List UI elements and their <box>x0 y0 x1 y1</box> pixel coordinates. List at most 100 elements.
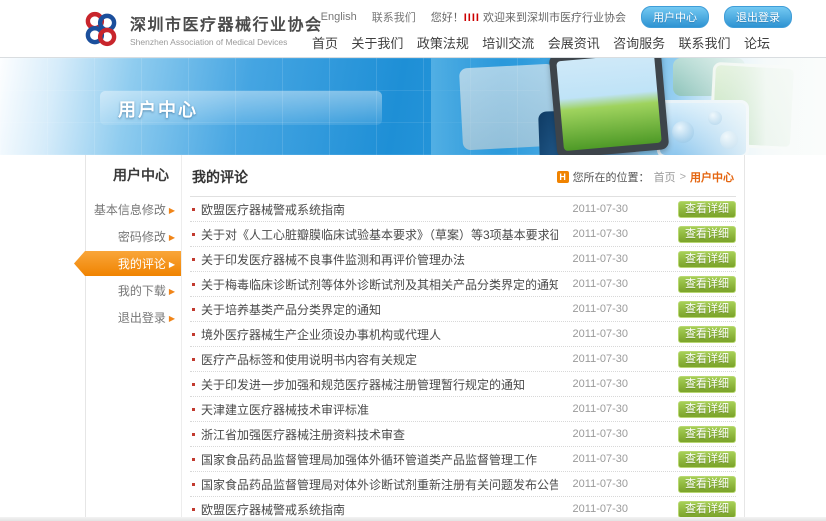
top-links: English 联系我们 您好！IIII 欢迎来到深圳市医疗行业协会 用户中心 … <box>321 6 792 28</box>
view-detail-button[interactable]: 查看详细 <box>678 426 736 443</box>
comment-date: 2011-07-30 <box>558 253 628 265</box>
nav-item[interactable]: 首页 <box>312 33 338 52</box>
username-text: IIII <box>464 12 480 24</box>
comment-row: 境外医疗器械生产企业须设办事机构或代理人 2011-07-30 查看详细 <box>190 322 736 347</box>
sidebar-item-label: 我的评论 <box>118 257 166 271</box>
comment-date: 2011-07-30 <box>558 353 628 365</box>
comment-date: 2011-07-30 <box>558 453 628 465</box>
bullet-icon <box>192 408 195 411</box>
comment-row: 欧盟医疗器械警戒系统指南 2011-07-30 查看详细 <box>190 497 736 517</box>
sidebar-item-label: 基本信息修改 <box>94 203 166 217</box>
arrow-right-icon: ▶ <box>169 287 175 296</box>
comment-row: 关于培养基类产品分类界定的通知 2011-07-30 查看详细 <box>190 297 736 322</box>
sidebar-item[interactable]: 我的下载▶ <box>86 278 181 303</box>
main-panel: 我的评论 H 您所在的位置： 首页 > 用户中心 欧盟医疗器械警戒系统指南 20… <box>182 155 744 517</box>
view-detail-button[interactable]: 查看详细 <box>678 351 736 368</box>
view-detail-button[interactable]: 查看详细 <box>678 476 736 493</box>
comment-date: 2011-07-30 <box>558 403 628 415</box>
bullet-icon <box>192 508 195 511</box>
breadcrumb: H 您所在的位置： 首页 > 用户中心 <box>557 169 734 185</box>
bullet-icon <box>192 208 195 211</box>
comment-title-link[interactable]: 关于梅毒临床诊断试剂等体外诊断试剂及其相关产品分类界定的通知 <box>201 276 558 293</box>
comment-title-link[interactable]: 关于印发进一步加强和规范医疗器械注册管理暂行规定的通知 <box>201 376 558 393</box>
comment-list: 欧盟医疗器械警戒系统指南 2011-07-30 查看详细 关于对《人工心脏瓣膜临… <box>190 197 736 517</box>
comment-date: 2011-07-30 <box>558 503 628 515</box>
contact-link[interactable]: 联系我们 <box>372 9 416 25</box>
comment-title-link[interactable]: 关于印发医疗器械不良事件监测和再评价管理办法 <box>201 251 558 268</box>
sidebar-title: 用户中心 <box>86 165 181 185</box>
nav-item[interactable]: 政策法规 <box>417 33 469 52</box>
sidebar-item[interactable]: 退出登录▶ <box>86 305 181 330</box>
comment-title-link[interactable]: 国家食品药品监督管理局对体外诊断试剂重新注册有关问题发布公告 <box>201 476 558 493</box>
comment-title-link[interactable]: 欧盟医疗器械警戒系统指南 <box>201 501 558 518</box>
comment-row: 国家食品药品监督管理局加强体外循环管道类产品监督管理工作 2011-07-30 … <box>190 447 736 472</box>
banner-collage-fade-right <box>676 58 826 155</box>
view-detail-button[interactable]: 查看详细 <box>678 326 736 343</box>
comment-title-link[interactable]: 医疗产品标签和使用说明书内容有关规定 <box>201 351 558 368</box>
view-detail-button[interactable]: 查看详细 <box>678 276 736 293</box>
comment-title-link[interactable]: 浙江省加强医疗器械注册资料技术审查 <box>201 426 558 443</box>
breadcrumb-home-link[interactable]: 首页 <box>654 169 676 185</box>
view-detail-button[interactable]: 查看详细 <box>678 501 736 518</box>
comment-date: 2011-07-30 <box>558 303 628 315</box>
view-detail-button[interactable]: 查看详细 <box>678 376 736 393</box>
nav-item[interactable]: 会展资讯 <box>548 33 600 52</box>
breadcrumb-label: 您所在的位置： <box>573 169 650 185</box>
comment-date: 2011-07-30 <box>558 203 628 215</box>
greeting-prefix: 您好！ <box>431 12 464 24</box>
nav-item[interactable]: 咨询服务 <box>613 33 665 52</box>
view-detail-button[interactable]: 查看详细 <box>678 201 736 218</box>
comment-title-link[interactable]: 欧盟医疗器械警戒系统指南 <box>201 201 558 218</box>
comment-date: 2011-07-30 <box>558 278 628 290</box>
comment-row: 欧盟医疗器械警戒系统指南 2011-07-30 查看详细 <box>190 197 736 222</box>
comment-date: 2011-07-30 <box>558 378 628 390</box>
nav-item[interactable]: 联系我们 <box>679 33 731 52</box>
arrow-right-icon: ▶ <box>169 233 175 242</box>
sidebar-item[interactable]: 基本信息修改▶ <box>86 197 181 222</box>
sidebar-item[interactable]: 密码修改▶ <box>86 224 181 249</box>
bullet-icon <box>192 458 195 461</box>
bullet-icon <box>192 383 195 386</box>
comment-title-link[interactable]: 关于培养基类产品分类界定的通知 <box>201 301 558 318</box>
comment-title-link[interactable]: 境外医疗器械生产企业须设办事机构或代理人 <box>201 326 558 343</box>
comment-title-link[interactable]: 天津建立医疗器械技术审评标准 <box>201 401 558 418</box>
banner-collage <box>461 58 826 155</box>
user-center-button[interactable]: 用户中心 <box>641 6 709 28</box>
main-nav: 首页 关于我们 政策法规 培训交流 会展资讯 咨询服务 联系我们 论坛 <box>312 33 770 52</box>
top-bar: 深圳市医疗器械行业协会 Shenzhen Association of Medi… <box>0 0 826 57</box>
bullet-icon <box>192 308 195 311</box>
nav-item[interactable]: 关于我们 <box>351 33 403 52</box>
view-detail-button[interactable]: 查看详细 <box>678 401 736 418</box>
nav-item[interactable]: 论坛 <box>744 33 770 52</box>
bullet-icon <box>192 483 195 486</box>
sidebar-item-label: 密码修改 <box>118 230 166 244</box>
nav-item[interactable]: 培训交流 <box>482 33 534 52</box>
bullet-icon <box>192 258 195 261</box>
page-title: 我的评论 <box>192 167 248 187</box>
logo: 深圳市医疗器械行业协会 Shenzhen Association of Medi… <box>80 8 323 50</box>
view-detail-button[interactable]: 查看详细 <box>678 251 736 268</box>
greeting-suffix: 欢迎来到深圳市医疗行业协会 <box>480 12 626 24</box>
association-logo-icon <box>80 8 122 50</box>
comment-row: 医疗产品标签和使用说明书内容有关规定 2011-07-30 查看详细 <box>190 347 736 372</box>
logout-button[interactable]: 退出登录 <box>724 6 792 28</box>
view-detail-button[interactable]: 查看详细 <box>678 451 736 468</box>
sidebar-item[interactable]: 我的评论▶ <box>74 251 181 276</box>
banner-tablet-image <box>549 57 670 155</box>
view-detail-button[interactable]: 查看详细 <box>678 301 736 318</box>
comment-title-link[interactable]: 关于对《人工心脏瓣膜临床试验基本要求》（草案）等3项基本要求征求意见的通知 <box>201 226 558 243</box>
location-icon: H <box>557 171 569 183</box>
comment-row: 浙江省加强医疗器械注册资料技术审查 2011-07-30 查看详细 <box>190 422 736 447</box>
sidebar-menu: 基本信息修改▶ 密码修改▶ 我的评论▶ 我的下载▶ 退出登录▶ <box>86 197 181 330</box>
sidebar: 用户中心 基本信息修改▶ 密码修改▶ 我的评论▶ 我的下载▶ 退出登 <box>86 155 182 517</box>
comment-title-link[interactable]: 国家食品药品监督管理局加强体外循环管道类产品监督管理工作 <box>201 451 558 468</box>
view-detail-button[interactable]: 查看详细 <box>678 226 736 243</box>
site-subtitle: Shenzhen Association of Medical Devices <box>130 37 323 47</box>
arrow-right-icon: ▶ <box>169 260 175 269</box>
breadcrumb-current-link[interactable]: 用户中心 <box>690 169 734 185</box>
bullet-icon <box>192 233 195 236</box>
comment-row: 关于印发医疗器械不良事件监测和再评价管理办法 2011-07-30 查看详细 <box>190 247 736 272</box>
greeting-text: 您好！IIII 欢迎来到深圳市医疗行业协会 <box>431 9 626 25</box>
english-link[interactable]: English <box>321 11 357 23</box>
bullet-icon <box>192 433 195 436</box>
